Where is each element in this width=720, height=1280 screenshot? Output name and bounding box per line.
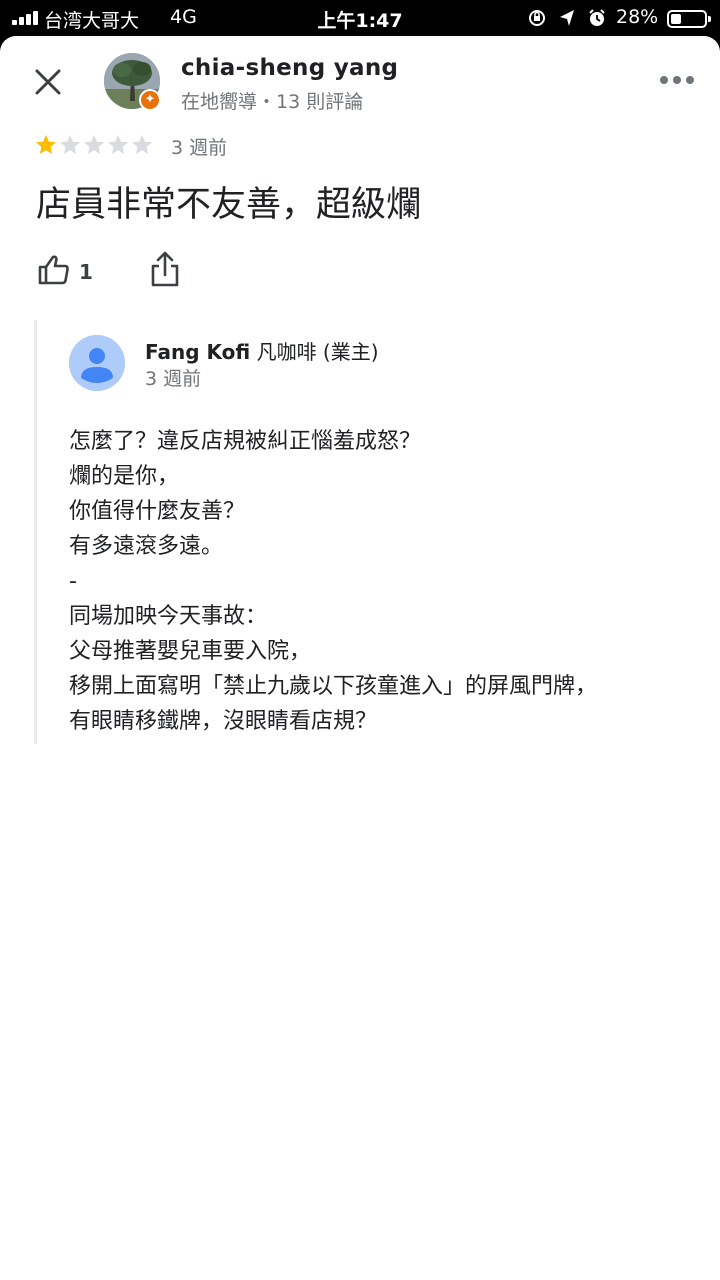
share-icon[interactable] [148, 250, 182, 288]
local-guide-icon: ✦ [139, 89, 161, 111]
author-meta: 在地嚮導・13 則評論 [181, 91, 364, 113]
like-count: 1 [79, 260, 93, 284]
person-icon [69, 335, 125, 391]
reply-line: 同場加映今天事故： [69, 604, 268, 629]
orientation-lock-icon [529, 10, 545, 26]
status-bar: 台湾大哥大 4G 上午1:47 28% [0, 0, 720, 36]
review-date: 3 週前 [171, 137, 228, 159]
location-arrow-icon [560, 10, 574, 26]
star-icon [36, 135, 56, 154]
reply-line: - [69, 569, 77, 594]
alarm-icon [589, 9, 605, 26]
reply-line: 父母推著嬰兒車要入院， [69, 639, 312, 664]
author-name[interactable]: chia-sheng yang [181, 55, 398, 81]
owner-name-bold: Fang Kofi [145, 340, 251, 364]
more-vert-icon[interactable] [660, 74, 694, 86]
owner-name: Fang Kofi 凡咖啡 (業主) [145, 336, 379, 365]
star-icon [84, 135, 104, 154]
review-text: 店員非常不友善，超級爛 [36, 185, 422, 225]
battery-percent: 28% [616, 6, 659, 28]
owner-reply-date: 3 週前 [145, 368, 202, 390]
status-time: 上午1:47 [317, 10, 403, 32]
star-icon [60, 135, 80, 154]
reply-line: 有多遠滾多遠。 [69, 534, 224, 559]
reply-line: 爛的是你， [69, 464, 180, 489]
battery-icon [667, 10, 711, 28]
reply-line: 有眼睛移鐵牌，沒眼睛看店規？ [69, 709, 378, 734]
owner-reply: Fang Kofi 凡咖啡 (業主) 3 週前 怎麼了？違反店規被糾正惱羞成怒？… [34, 320, 674, 744]
status-icons [529, 9, 605, 26]
reply-line: 你值得什麼友善？ [69, 499, 246, 524]
close-icon[interactable] [30, 64, 66, 100]
thumb-up-icon[interactable] [36, 252, 72, 288]
review-sheet: ✦ chia-sheng yang 在地嚮導・13 則評論 3 週前 店員非常不… [0, 36, 720, 1280]
star-icon [108, 135, 128, 154]
reply-line: 怎麼了？違反店規被糾正惱羞成怒？ [69, 429, 422, 454]
owner-name-suffix: 凡咖啡 (業主) [250, 340, 379, 364]
star-icon [132, 135, 152, 154]
owner-reply-text: 怎麼了？違反店規被糾正惱羞成怒？ 爛的是你， 你值得什麼友善？ 有多遠滾多遠。 … [69, 424, 679, 739]
reply-line: 移開上面寫明「禁止九歲以下孩童進入」的屏風門牌， [69, 674, 598, 699]
owner-avatar[interactable] [69, 335, 125, 391]
